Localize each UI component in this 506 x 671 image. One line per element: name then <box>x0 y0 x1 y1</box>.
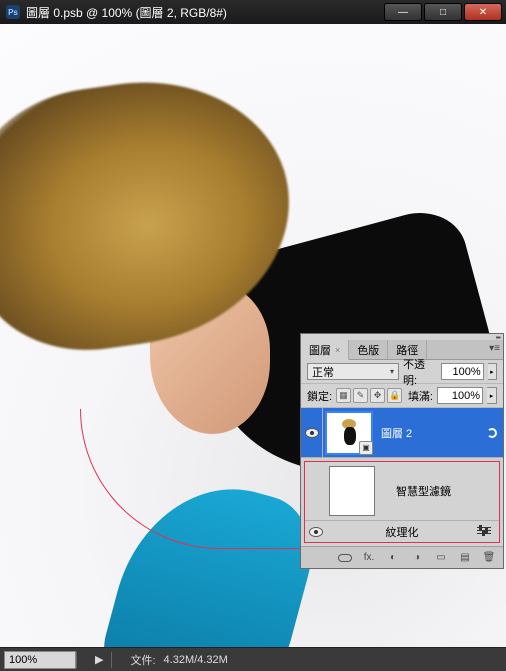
layer-name[interactable]: 圖層 2 <box>381 425 412 441</box>
blend-row: 正常 ▾ 不透明: 100% ▸ <box>301 360 503 384</box>
smart-filters-label: 智慧型濾鏡 <box>396 483 451 499</box>
smart-filter-header[interactable]: 智慧型濾鏡 <box>305 462 499 520</box>
tab-channels[interactable]: 色版 <box>349 340 388 359</box>
status-arrow[interactable]: ▶ <box>87 653 111 666</box>
lock-row: 鎖定: ▦ ✎ ✥ 🔒 填滿: 100% ▸ <box>301 384 503 408</box>
visibility-toggle[interactable] <box>305 521 327 542</box>
window-controls: — □ ✕ <box>384 3 506 21</box>
window-title: 圖層 0.psb @ 100% (圖層 2, RGB/8#) <box>26 4 384 21</box>
maximize-button[interactable]: □ <box>424 3 462 21</box>
fill-input[interactable]: 100% <box>437 387 483 404</box>
eye-icon <box>305 428 319 438</box>
visibility-toggle[interactable] <box>301 408 323 457</box>
lock-all-icon[interactable]: 🔒 <box>387 388 402 403</box>
eye-icon <box>309 527 323 537</box>
panel-menu-button[interactable]: ▾≡ <box>489 343 500 354</box>
smart-object-icon: ▣ <box>359 441 373 455</box>
opacity-label: 不透明: <box>403 356 437 388</box>
group-icon[interactable]: ▭ <box>433 551 449 565</box>
fill-label: 填滿: <box>408 388 433 404</box>
close-button[interactable]: ✕ <box>464 3 502 21</box>
divider <box>76 652 77 668</box>
tab-label: 圖層 <box>309 342 331 358</box>
lock-label: 鎖定: <box>307 388 332 404</box>
smart-filter-indicator-icon <box>487 428 497 438</box>
layers-panel-footer: fx. ◐ ◑ ▭ ▤ 🗑 <box>301 546 503 568</box>
fill-flyout-icon[interactable]: ▸ <box>487 387 497 404</box>
doc-size-label: 文件: <box>122 652 163 668</box>
layers-list: ▣ 圖層 2 智慧型濾鏡 紋理化 <box>301 408 503 543</box>
lock-icons: ▦ ✎ ✥ 🔒 <box>336 388 402 403</box>
smart-filter-item[interactable]: 紋理化 <box>305 520 499 542</box>
layer-mask-icon[interactable]: ◐ <box>385 551 401 565</box>
chevron-down-icon: ▾ <box>390 367 394 376</box>
app-icon: Ps <box>6 5 20 19</box>
lock-position-icon[interactable]: ✥ <box>370 388 385 403</box>
doc-size-value: 4.32M/4.32M <box>164 654 228 666</box>
tab-label: 色版 <box>357 342 379 358</box>
layer-fx-icon[interactable]: fx. <box>361 551 377 565</box>
blend-mode-select[interactable]: 正常 ▾ <box>307 363 399 380</box>
trash-icon[interactable]: 🗑 <box>481 551 497 565</box>
opacity-input[interactable]: 100% <box>441 363 484 380</box>
filter-name: 紋理化 <box>327 524 477 540</box>
adjustment-layer-icon[interactable]: ◑ <box>409 551 425 565</box>
layer-row[interactable]: ▣ 圖層 2 <box>301 408 503 458</box>
divider <box>111 652 112 668</box>
thumbnail-content <box>338 419 360 447</box>
link-layers-icon[interactable] <box>337 551 353 565</box>
zoom-input[interactable]: 100% <box>4 651 76 669</box>
smart-filters-group: 智慧型濾鏡 紋理化 <box>304 461 500 543</box>
layer-thumbnail[interactable]: ▣ <box>326 412 372 454</box>
lock-transparency-icon[interactable]: ▦ <box>336 388 351 403</box>
tab-layers[interactable]: 圖層 × <box>301 340 349 360</box>
tab-close-icon[interactable]: × <box>335 345 340 355</box>
opacity-flyout-icon[interactable]: ▸ <box>488 363 497 380</box>
panel-tabs: 圖層 × 色版 路徑 ▾≡ <box>301 340 503 360</box>
filter-options-icon[interactable] <box>477 527 491 537</box>
status-bar: 100% ▶ 文件: 4.32M/4.32M <box>0 647 506 671</box>
window-titlebar: Ps 圖層 0.psb @ 100% (圖層 2, RGB/8#) — □ ✕ <box>0 0 506 24</box>
new-layer-icon[interactable]: ▤ <box>457 551 473 565</box>
filter-mask-thumbnail[interactable] <box>329 466 375 516</box>
layers-panel: ▪▪▪▪ 圖層 × 色版 路徑 ▾≡ 正常 ▾ 不透明: 100% ▸ 鎖定: … <box>300 333 504 569</box>
lock-pixels-icon[interactable]: ✎ <box>353 388 368 403</box>
blend-mode-value: 正常 <box>312 364 334 380</box>
minimize-button[interactable]: — <box>384 3 422 21</box>
